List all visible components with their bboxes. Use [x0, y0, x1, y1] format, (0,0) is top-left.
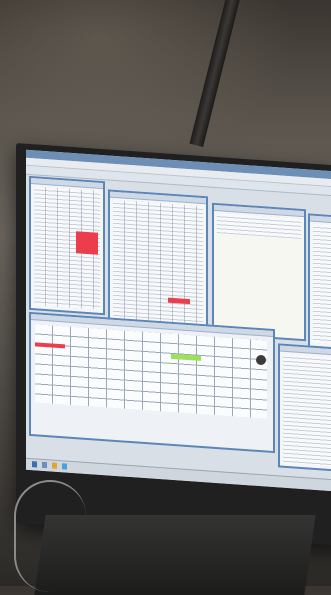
panel-list-3	[308, 213, 331, 351]
panel-list-4	[278, 343, 331, 473]
browser-icon	[62, 463, 67, 470]
panel-list-1	[29, 175, 105, 316]
start-icon	[32, 461, 37, 468]
alert-highlight	[76, 231, 98, 255]
monitor-screen	[26, 149, 331, 493]
folder-icon	[52, 462, 57, 469]
panel-columns	[113, 199, 203, 326]
summary-table	[35, 324, 267, 419]
app-icon	[42, 461, 47, 469]
panel-detail	[212, 202, 306, 342]
panel-summary-grid	[29, 311, 275, 454]
cable	[14, 480, 86, 592]
monitor-logo-icon	[256, 355, 266, 365]
panel-rows	[313, 223, 331, 346]
panel-rows	[283, 353, 331, 468]
panel-rows	[217, 213, 301, 239]
panel-list-2	[108, 189, 208, 331]
